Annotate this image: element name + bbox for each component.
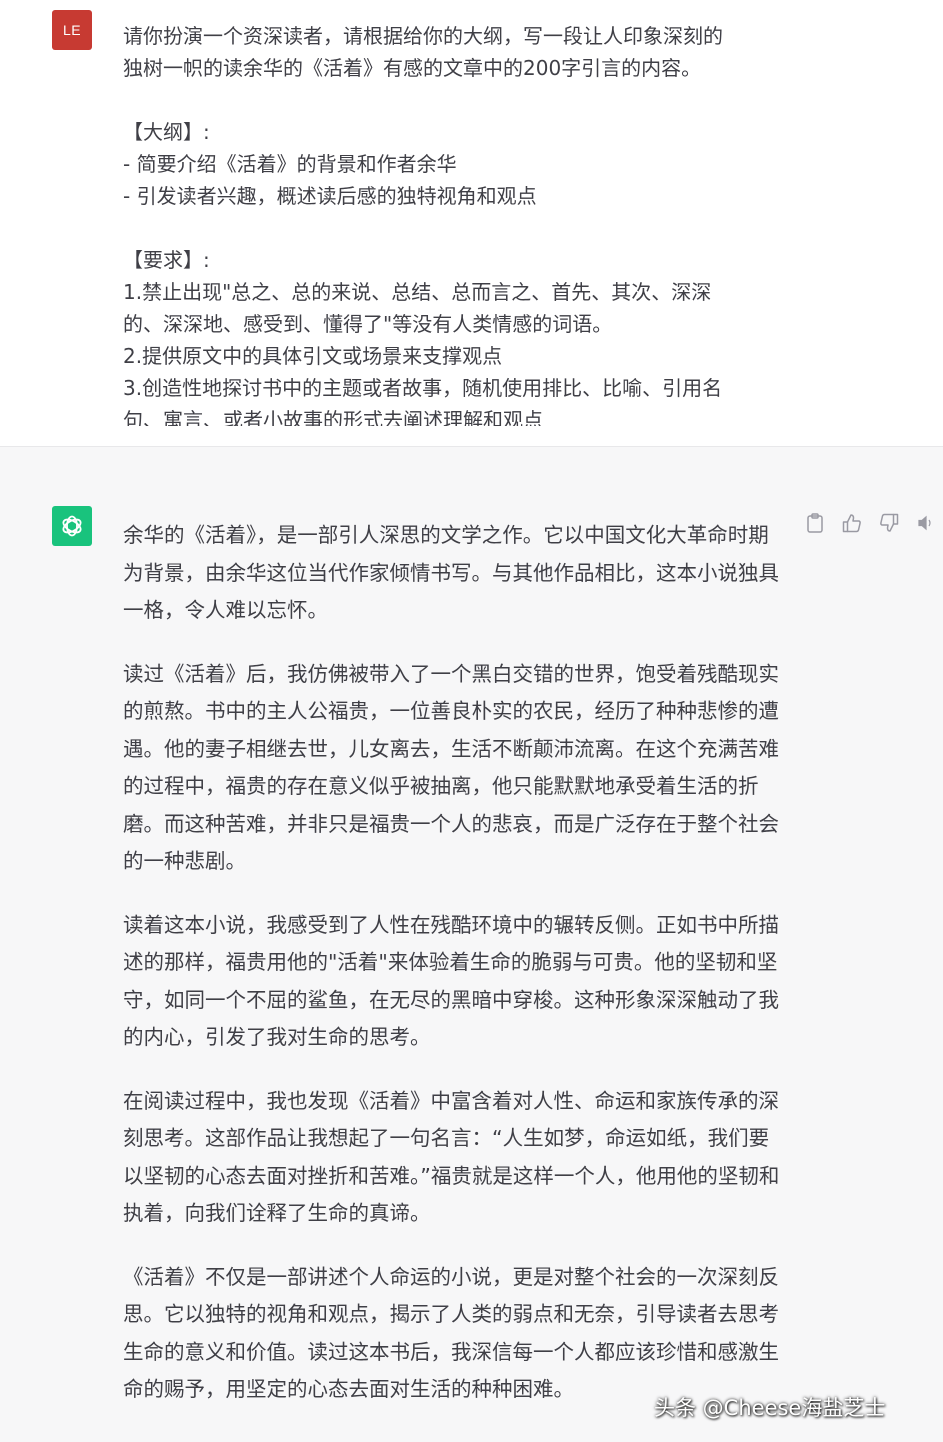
user-line: - 简要介绍《活着》的背景和作者余华 bbox=[123, 152, 457, 176]
user-line: 2.提供原文中的具体引文或场景来支撑观点 bbox=[123, 344, 503, 368]
user-line: - 引发读者兴趣，概述读后感的独特视角和观点 bbox=[123, 184, 537, 208]
user-message-text: 请你扮演一个资深读者，请根据给你的大纲，写一段让人印象深刻的 独树一帜的读余华的… bbox=[123, 20, 783, 426]
openai-logo-icon bbox=[52, 506, 92, 546]
user-avatar: LE bbox=[52, 10, 92, 50]
thumbs-down-icon[interactable] bbox=[870, 510, 907, 536]
assistant-paragraph: 《活着》不仅是一部讲述个人命运的小说，更是对整个社会的一次深刻反思。它以独特的视… bbox=[123, 1264, 779, 1402]
assistant-paragraph: 读着这本小说，我感受到了人性在残酷环境中的辗转反侧。正如书中所描述的那样，福贵用… bbox=[123, 912, 779, 1050]
watermark: 头条 @Cheese海盐芝士 bbox=[654, 1396, 886, 1420]
user-line: 句、寓言、或者小故事的形式去阐述理解和观点 bbox=[123, 408, 543, 426]
assistant-paragraph: 余华的《活着》，是一部引人深思的文学之作。它以中国文化大革命时期为背景，由余华这… bbox=[123, 523, 779, 622]
user-avatar-initials: LE bbox=[62, 22, 82, 38]
user-line: 1.禁止出现"总之、总的来说、总结、总而言之、首先、其次、深深 bbox=[123, 280, 712, 304]
thumbs-up-icon[interactable] bbox=[833, 510, 870, 536]
user-line: 请你扮演一个资深读者，请根据给你的大纲，写一段让人印象深刻的 bbox=[123, 24, 723, 48]
user-line: 3.创造性地探讨书中的主题或者故事，随机使用排比、比喻、引用名 bbox=[123, 376, 723, 400]
assistant-paragraph: 读过《活着》后，我仿佛被带入了一个黑白交错的世界，饱受着残酷现实的煎熬。书中的主… bbox=[123, 661, 779, 874]
user-line: 独树一帜的读余华的《活着》有感的文章中的200字引言的内容。 bbox=[123, 56, 702, 80]
message-actions bbox=[796, 510, 943, 536]
assistant-paragraph: 在阅读过程中，我也发现《活着》中富含着对人性、命运和家族传承的深刻思考。这部作品… bbox=[123, 1088, 780, 1226]
user-line: 的、深深地、感受到、懂得了"等没有人类情感的词语。 bbox=[123, 312, 613, 336]
assistant-message-text: 余华的《活着》，是一部引人深思的文学之作。它以中国文化大革命时期为背景，由余华这… bbox=[123, 517, 783, 1435]
user-line: 【大纲】: bbox=[123, 120, 210, 144]
user-line: 【要求】: bbox=[123, 248, 210, 272]
clipboard-icon[interactable] bbox=[796, 510, 833, 536]
speaker-icon[interactable] bbox=[907, 510, 943, 536]
